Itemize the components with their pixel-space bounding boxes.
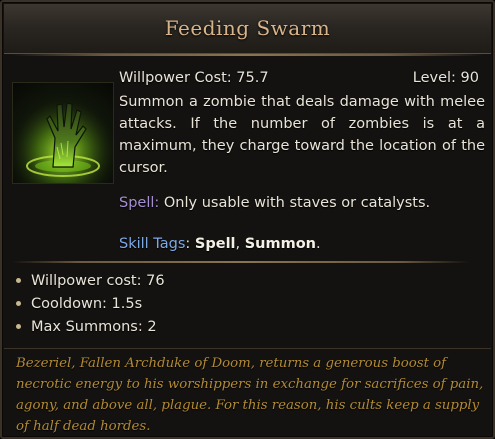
skill-tooltip: Feeding Swarm Willpower Cost: 75.7 Level…	[0, 0, 495, 439]
zombie-hand-icon-art	[13, 83, 113, 183]
stat-text: Cooldown: 1.5s	[31, 296, 143, 312]
spell-requirement-text: Only usable with staves or catalysts.	[159, 195, 431, 211]
skill-tags-line: Skill Tags: Spell, Summon.	[119, 233, 321, 255]
skill-description: Summon a zombie that deals damage with m…	[119, 94, 485, 176]
stat-max-summons: Max Summons: 2	[16, 316, 157, 338]
skill-tags-comma: ,	[235, 236, 245, 252]
skill-tag-spell: Spell	[194, 236, 236, 252]
lore-divider	[4, 348, 491, 349]
skill-title: Feeding Swarm	[164, 16, 331, 40]
willpower-cost-header: Willpower Cost: 75.7	[119, 70, 269, 86]
tooltip-title-bar: Feeding Swarm	[4, 4, 491, 54]
title-divider	[12, 54, 483, 56]
bullet-icon	[16, 300, 21, 306]
bullet-icon	[16, 323, 21, 329]
bullet-icon	[16, 277, 21, 283]
stats-divider	[12, 261, 469, 263]
zombie-hand-icon	[12, 82, 114, 184]
skill-level: Level: 90	[412, 70, 479, 86]
skill-tags-separator: :	[185, 236, 195, 252]
skill-tag-summon: Summon	[244, 236, 317, 252]
stat-text: Max Summons: 2	[31, 319, 157, 335]
skill-tags-key: Skill Tags	[119, 236, 186, 252]
lore-text: Bezeriel, Fallen Archduke of Doom, retur…	[16, 356, 484, 434]
stat-text: Willpower cost: 76	[31, 273, 165, 289]
spell-requirement-line: Spell: Only usable with staves or cataly…	[119, 192, 430, 214]
stat-willpower-cost: Willpower cost: 76	[16, 270, 165, 292]
spell-requirement-key: Spell:	[119, 195, 160, 211]
skill-tags-end: .	[316, 236, 321, 252]
stat-cooldown: Cooldown: 1.5s	[16, 293, 142, 315]
